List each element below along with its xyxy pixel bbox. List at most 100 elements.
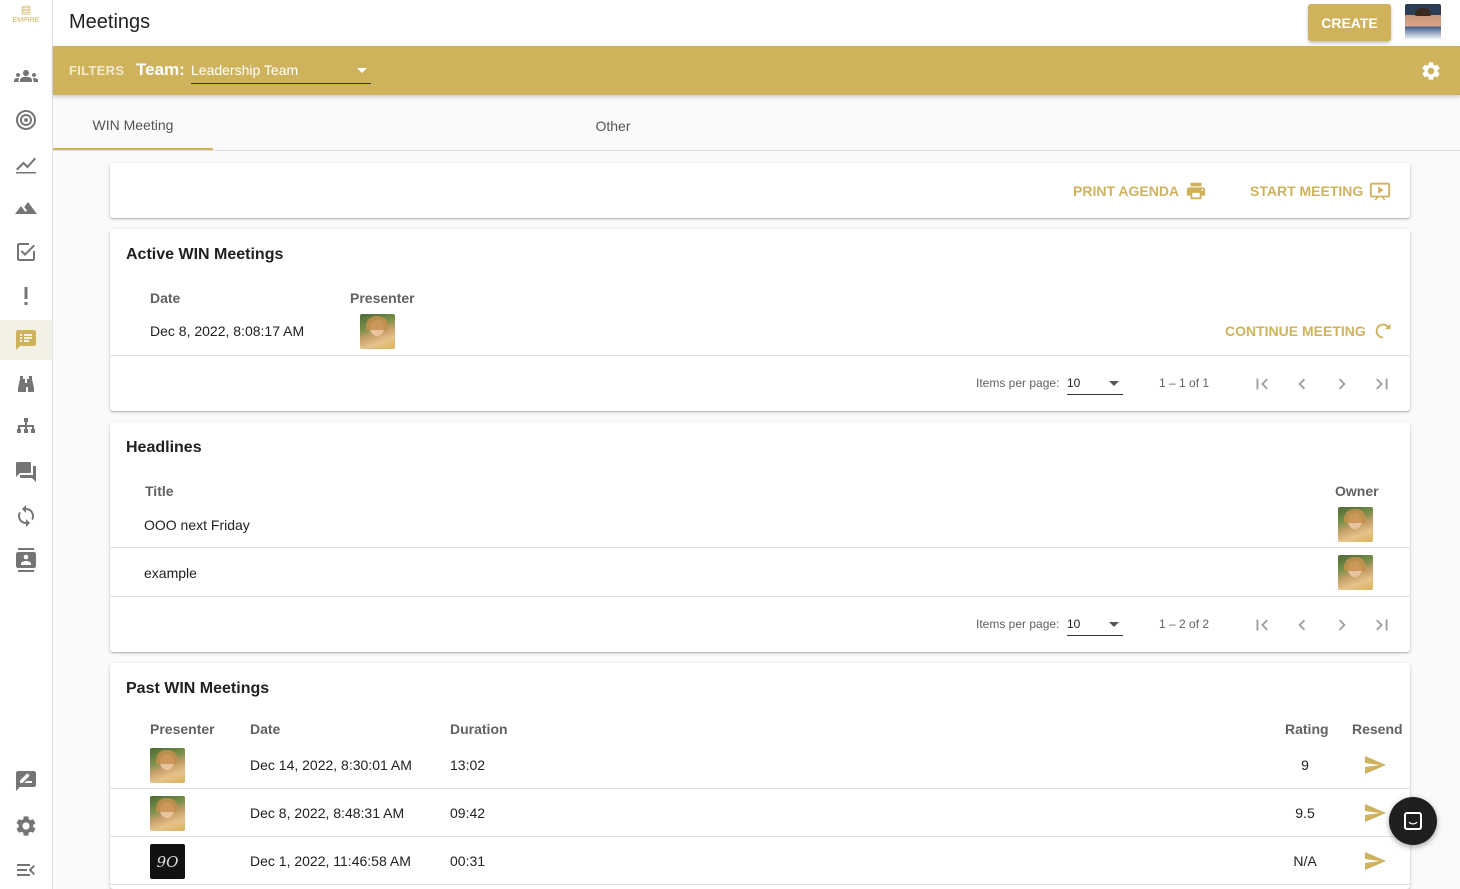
sidebar-item-vision[interactable] bbox=[0, 188, 52, 228]
column-header-date: Date bbox=[250, 721, 281, 737]
resend-button[interactable] bbox=[1363, 801, 1387, 825]
previous-page-button[interactable] bbox=[1291, 614, 1313, 636]
items-per-page-label: Items per page: bbox=[976, 617, 1060, 631]
tab-win-meeting[interactable]: WIN Meeting bbox=[53, 101, 213, 150]
presenter-avatar: 9O bbox=[150, 844, 185, 879]
continue-meeting-label: CONTINUE MEETING bbox=[1225, 323, 1366, 339]
column-header-presenter: Presenter bbox=[350, 290, 415, 306]
sidebar-item-settings[interactable] bbox=[0, 806, 52, 846]
headlines-paginator: Items per page: 10 1 – 2 of 2 bbox=[110, 596, 1410, 652]
chat-icon bbox=[1404, 812, 1422, 830]
meeting-tabs: WIN Meeting Other bbox=[53, 101, 1460, 151]
page-title: Meetings bbox=[69, 11, 151, 33]
page-size-value: 10 bbox=[1067, 617, 1081, 631]
page-range-label: 1 – 2 of 2 bbox=[1159, 617, 1210, 631]
start-meeting-label: START MEETING bbox=[1250, 183, 1364, 199]
column-header-rating: Rating bbox=[1285, 721, 1329, 737]
first-page-button[interactable] bbox=[1251, 614, 1273, 636]
past-meeting-duration: 09:42 bbox=[450, 805, 486, 821]
page-size-select[interactable]: 10 bbox=[1067, 614, 1123, 636]
active-meetings-card: Active WIN Meetings Date Presenter Dec 8… bbox=[110, 229, 1410, 411]
sidebar-item-meetings[interactable] bbox=[0, 320, 52, 360]
sidebar-item-metrics[interactable] bbox=[0, 144, 52, 184]
items-per-page-label: Items per page: bbox=[976, 376, 1060, 390]
empire-logo[interactable]: ▤ EMPIRE bbox=[6, 4, 46, 34]
owner-avatar bbox=[1338, 555, 1373, 590]
sidebar-item-feedback[interactable] bbox=[0, 761, 52, 801]
first-page-icon bbox=[1256, 378, 1268, 390]
active-meetings-title: Active WIN Meetings bbox=[126, 246, 284, 263]
page-size-value: 10 bbox=[1067, 376, 1081, 390]
sidebar-item-people[interactable] bbox=[0, 56, 52, 96]
top-bar: Meetings CREATE bbox=[53, 0, 1460, 46]
print-agenda-button[interactable]: PRINT AGENDA bbox=[1073, 180, 1207, 202]
headlines-card: Headlines Title Owner OOO next Friday ex… bbox=[110, 422, 1410, 652]
active-meeting-date[interactable]: Dec 8, 2022, 8:08:17 AM bbox=[150, 323, 304, 339]
line-chart-icon bbox=[16, 157, 36, 174]
chevron-right-icon bbox=[1338, 378, 1346, 390]
presenter-avatar bbox=[150, 748, 185, 783]
page-range-label: 1 – 1 of 1 bbox=[1159, 376, 1210, 390]
team-select-value: Leadership Team bbox=[191, 62, 299, 78]
feedback-icon bbox=[16, 771, 36, 791]
column-header-date: Date bbox=[150, 290, 181, 306]
previous-page-button[interactable] bbox=[1291, 373, 1313, 395]
sidebar-item-sync[interactable] bbox=[0, 496, 52, 536]
active-meetings-paginator: Items per page: 10 1 – 1 of 1 bbox=[110, 355, 1410, 411]
create-button[interactable]: CREATE bbox=[1308, 4, 1391, 41]
forum-icon bbox=[16, 462, 36, 482]
support-chat-button[interactable] bbox=[1389, 797, 1437, 845]
chevron-left-icon bbox=[1298, 619, 1306, 631]
first-page-button[interactable] bbox=[1251, 373, 1273, 395]
past-meeting-date[interactable]: Dec 1, 2022, 11:46:58 AM bbox=[250, 853, 411, 869]
column-header-owner: Owner bbox=[1335, 483, 1379, 499]
next-page-button[interactable] bbox=[1331, 373, 1353, 395]
sidebar-item-vision-view[interactable] bbox=[0, 364, 52, 404]
presentation-icon bbox=[1370, 182, 1391, 201]
sidebar-item-org-chart[interactable] bbox=[0, 408, 52, 448]
first-page-icon bbox=[1256, 619, 1268, 631]
past-meeting-date[interactable]: Dec 14, 2022, 8:30:01 AM bbox=[250, 757, 412, 773]
resend-button[interactable] bbox=[1363, 849, 1387, 873]
send-icon bbox=[1365, 804, 1386, 822]
printer-icon bbox=[1186, 182, 1206, 200]
headline-title[interactable]: example bbox=[144, 565, 197, 581]
headline-title[interactable]: OOO next Friday bbox=[144, 517, 250, 533]
filter-bar: FILTERS Team: Leadership Team bbox=[53, 46, 1460, 95]
sidebar-collapse-toggle[interactable] bbox=[0, 850, 52, 889]
sidebar-item-directory[interactable] bbox=[0, 540, 52, 580]
past-meeting-duration: 00:31 bbox=[450, 853, 486, 869]
chevron-left-icon bbox=[1298, 378, 1306, 390]
chevron-down-icon bbox=[1109, 381, 1119, 386]
past-meeting-date[interactable]: Dec 8, 2022, 8:48:31 AM bbox=[250, 805, 404, 821]
print-agenda-label: PRINT AGENDA bbox=[1073, 183, 1180, 199]
sidebar-item-issues[interactable] bbox=[0, 276, 52, 316]
past-meeting-rating: 9 bbox=[1301, 757, 1309, 773]
owner-avatar bbox=[1338, 507, 1373, 542]
contact-card-icon bbox=[16, 548, 36, 572]
divider bbox=[110, 788, 1410, 789]
team-select[interactable]: Leadership Team bbox=[191, 58, 371, 84]
page-size-select[interactable]: 10 bbox=[1067, 373, 1123, 395]
mountain-icon bbox=[15, 202, 37, 214]
last-page-button[interactable] bbox=[1371, 373, 1393, 395]
continue-meeting-button[interactable]: CONTINUE MEETING bbox=[1225, 320, 1394, 342]
column-header-presenter: Presenter bbox=[150, 721, 215, 737]
sidebar-item-forum[interactable] bbox=[0, 452, 52, 492]
target-icon bbox=[16, 110, 36, 130]
exclamation-icon bbox=[24, 287, 28, 305]
past-meeting-rating: N/A bbox=[1293, 853, 1317, 869]
start-meeting-button[interactable]: START MEETING bbox=[1250, 180, 1391, 202]
sidebar-item-goals[interactable] bbox=[0, 100, 52, 140]
sidebar-item-tasks[interactable] bbox=[0, 232, 52, 272]
chevron-down-icon bbox=[357, 68, 367, 73]
presenter-avatar bbox=[150, 796, 185, 831]
headlines-title: Headlines bbox=[126, 439, 202, 456]
resend-button[interactable] bbox=[1363, 753, 1387, 777]
filter-settings-button[interactable] bbox=[1420, 60, 1442, 82]
tab-other[interactable]: Other bbox=[533, 101, 693, 150]
org-chart-icon bbox=[17, 418, 35, 433]
user-avatar[interactable] bbox=[1405, 4, 1441, 40]
next-page-button[interactable] bbox=[1331, 614, 1353, 636]
last-page-button[interactable] bbox=[1371, 614, 1393, 636]
